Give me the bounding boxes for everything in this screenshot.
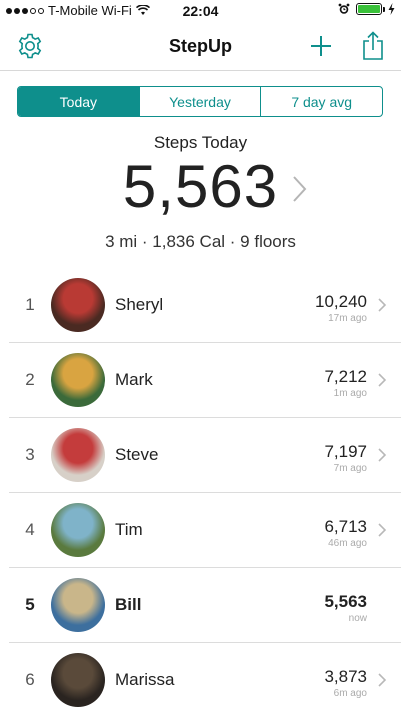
- battery-icon: [356, 3, 385, 15]
- avatar: [51, 653, 105, 707]
- avatar: [51, 353, 105, 407]
- leaderboard-row[interactable]: 5 Bill 5,563 now: [9, 568, 401, 643]
- tab-today[interactable]: Today: [18, 87, 140, 116]
- chevron-right-icon: [378, 523, 387, 537]
- app-title: StepUp: [169, 36, 232, 56]
- avatar: [51, 428, 105, 482]
- steps-label: Steps Today: [153, 133, 248, 152]
- chevron-right-icon: [378, 373, 387, 387]
- rank-label: 3: [25, 445, 35, 464]
- leaderboard-row[interactable]: 4 Tim 6,713 46m ago: [9, 493, 401, 568]
- last-updated: 6m ago: [333, 688, 367, 699]
- step-count: 3,873: [324, 667, 367, 686]
- nav-bar: StepUp: [0, 22, 401, 71]
- chevron-right-icon[interactable]: [290, 174, 310, 204]
- rank-label: 4: [25, 520, 35, 539]
- rank-label: 6: [25, 670, 35, 689]
- avatar: [51, 503, 105, 557]
- last-updated: 46m ago: [328, 538, 367, 549]
- step-count: 10,240: [315, 292, 367, 311]
- person-name: Tim: [115, 520, 143, 539]
- last-updated: 1m ago: [333, 388, 367, 399]
- rank-label: 1: [25, 295, 35, 314]
- chevron-right-icon: [378, 673, 387, 687]
- avatar: [51, 278, 105, 332]
- leaderboard-row[interactable]: 3 Steve 7,197 7m ago: [9, 418, 401, 493]
- chevron-right-icon: [378, 298, 387, 312]
- steps-value[interactable]: 5,563: [0, 152, 401, 221]
- step-count: 6,713: [324, 517, 367, 536]
- rank-label: 2: [25, 370, 35, 389]
- avatar: [51, 578, 105, 632]
- person-name: Mark: [115, 370, 153, 389]
- share-icon: [363, 31, 383, 60]
- step-count: 7,197: [324, 442, 367, 461]
- last-updated: now: [348, 613, 367, 624]
- person-name: Steve: [115, 445, 159, 464]
- chevron-right-icon: [378, 448, 387, 462]
- period-segmented-control: Today Yesterday 7 day avg: [17, 86, 383, 117]
- leaderboard-row[interactable]: 6 Marissa 3,873 6m ago: [9, 643, 401, 714]
- tab-yesterday[interactable]: Yesterday: [140, 87, 262, 116]
- person-name: Sheryl: [115, 295, 164, 314]
- tab-7-day-avg[interactable]: 7 day avg: [261, 87, 382, 116]
- status-right: [338, 3, 395, 15]
- leaderboard-row[interactable]: 2 Mark 7,212 1m ago: [9, 343, 401, 418]
- step-count: 7,212: [324, 367, 367, 386]
- leaderboard-list: 1 Sheryl 10,240 17m ago 2 Mark 7,212 1m ago 3 Ste…: [0, 268, 401, 714]
- activity-stats: 3 mi · 1,836 Cal · 9 floors: [105, 232, 296, 251]
- alarm-icon: [338, 3, 350, 14]
- add-button[interactable]: [305, 30, 337, 62]
- share-button[interactable]: [357, 30, 389, 62]
- person-name: Bill: [115, 595, 142, 614]
- rank-label: 5: [25, 595, 35, 614]
- step-count: 5,563: [324, 592, 367, 611]
- last-updated: 17m ago: [328, 313, 367, 324]
- leaderboard-row[interactable]: 1 Sheryl 10,240 17m ago: [9, 268, 401, 343]
- status-bar: T-Mobile Wi-Fi 22:04: [0, 0, 401, 22]
- last-updated: 7m ago: [333, 463, 367, 474]
- person-name: Marissa: [115, 670, 175, 689]
- charging-icon: [388, 3, 395, 15]
- plus-icon: [311, 36, 331, 56]
